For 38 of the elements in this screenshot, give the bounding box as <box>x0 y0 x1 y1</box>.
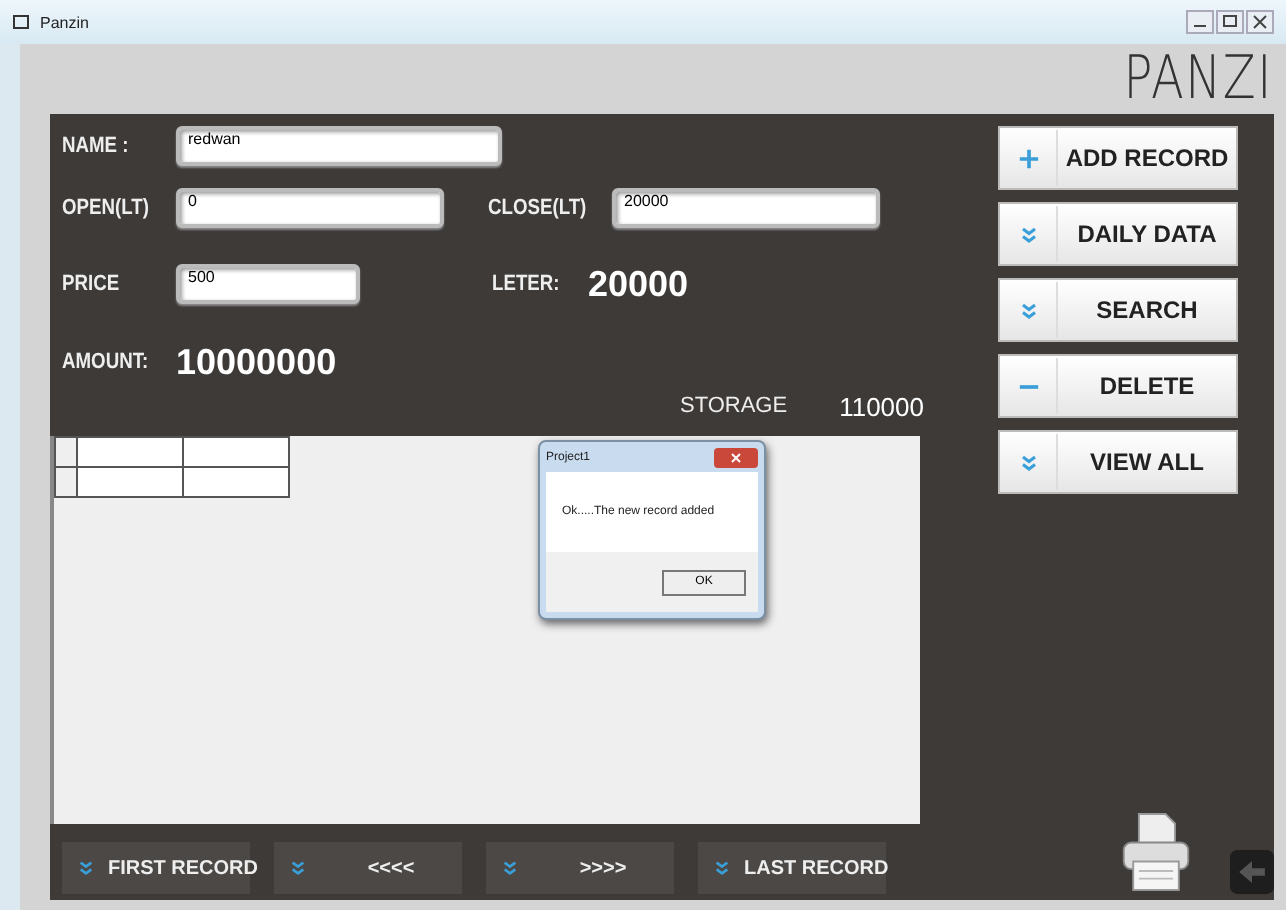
open-label: OPEN(LT) <box>62 196 151 220</box>
leter-value: 20000 <box>588 263 689 305</box>
chevron-down-icon <box>1020 301 1038 319</box>
close-button[interactable] <box>1246 10 1274 34</box>
side-button[interactable]: SEARCH <box>998 278 1238 342</box>
nav-button[interactable]: <<<< <box>274 842 462 894</box>
chevron-down-icon <box>290 860 306 876</box>
close-button[interactable] <box>714 447 758 467</box>
side-button[interactable]: DELETE <box>998 354 1238 418</box>
amount-value: 10000000 <box>176 341 337 383</box>
price-field[interactable]: 500 <box>176 264 360 304</box>
open-field[interactable]: 0 <box>176 188 444 228</box>
window-title: Panzin <box>40 13 89 31</box>
printer-icon[interactable] <box>1118 810 1194 894</box>
price-label: PRICE <box>62 272 122 296</box>
chevron-down-icon <box>502 860 518 876</box>
close-label: CLOSE(LT) <box>488 196 589 220</box>
leter-label: LETER: <box>492 272 562 296</box>
chevron-down-icon <box>78 860 94 876</box>
chevron-down-icon <box>714 860 730 876</box>
side-button[interactable]: DAILY DATA <box>998 202 1238 266</box>
close-field[interactable]: 20000 <box>612 188 880 228</box>
storage-label: STORAGE <box>679 394 788 418</box>
name-field[interactable]: redwan <box>176 126 502 166</box>
amount-label: AMOUNT: <box>62 350 151 374</box>
chevron-down-icon <box>1020 225 1038 243</box>
side-button[interactable]: VIEW ALL <box>998 430 1238 494</box>
app-title: PANZI <box>1124 46 1274 114</box>
minimize-button[interactable] <box>1186 10 1214 34</box>
name-label: NAME : <box>62 134 131 158</box>
storage-value: 110000 <box>839 391 924 421</box>
maximize-button[interactable] <box>1216 10 1244 34</box>
chevron-down-icon <box>1020 453 1038 471</box>
plus-icon <box>1018 147 1040 169</box>
nav-button[interactable]: LAST RECORD <box>698 842 886 894</box>
side-button[interactable]: ADD RECORD <box>998 126 1238 190</box>
window-icon <box>12 12 32 32</box>
nav-button[interactable]: >>>> <box>486 842 674 894</box>
